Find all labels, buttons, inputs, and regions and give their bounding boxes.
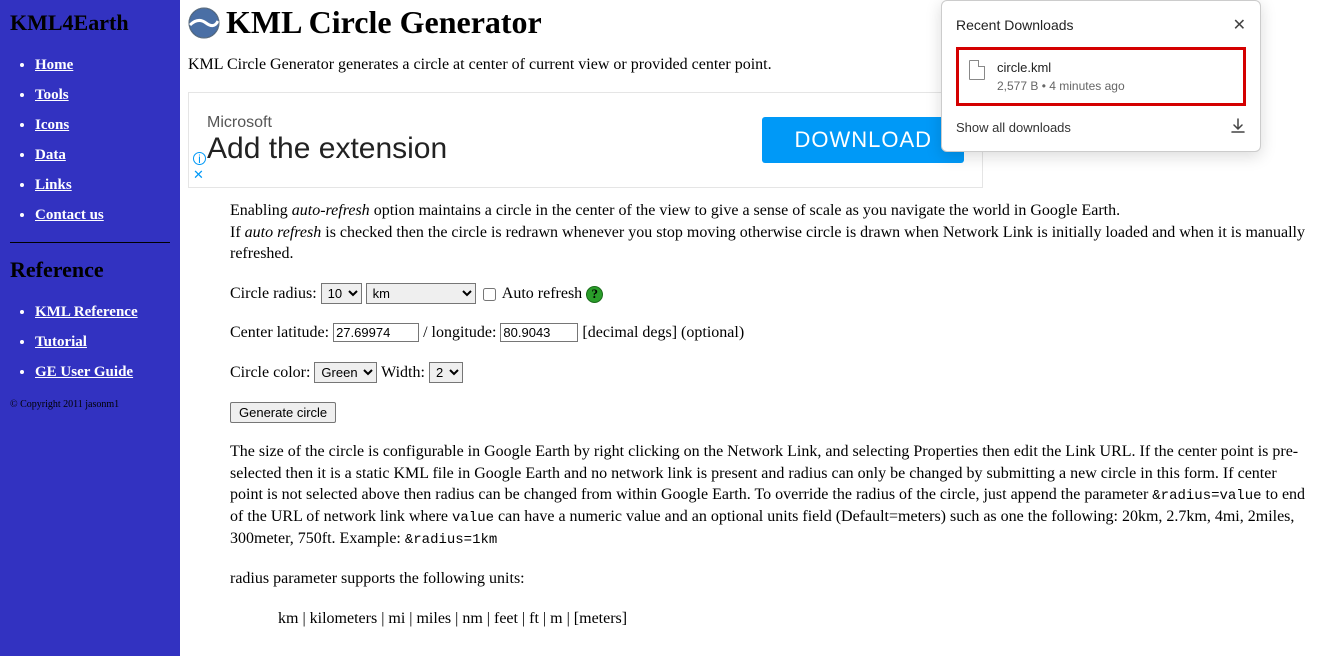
- units-list: km | kilometers | mi | miles | nm | feet…: [230, 608, 1313, 630]
- download-icon[interactable]: [1230, 118, 1246, 137]
- nav-list: Home Tools Icons Data Links Contact us: [10, 56, 170, 224]
- nav-icons[interactable]: Icons: [35, 117, 69, 133]
- radius-unit-select[interactable]: km: [366, 283, 476, 304]
- lat-input[interactable]: [333, 323, 419, 342]
- center-row: Center latitude: / longitude: [decimal d…: [230, 322, 1313, 344]
- width-select[interactable]: 2: [429, 362, 463, 383]
- ad-brand: Microsoft: [207, 114, 447, 132]
- lon-label: longitude:: [432, 324, 497, 341]
- lon-input[interactable]: [500, 323, 578, 342]
- sidebar-divider: [10, 242, 170, 243]
- radius-value-select[interactable]: 10: [321, 283, 362, 304]
- lat-label: Center latitude:: [230, 324, 329, 341]
- ad-banner[interactable]: i ✕ Microsoft Add the extension DOWNLOAD: [188, 92, 983, 188]
- radius-row: Circle radius: 10 km Auto refresh ?: [230, 283, 1313, 305]
- nav-contact[interactable]: Contact us: [35, 207, 104, 223]
- nav-home[interactable]: Home: [35, 57, 73, 73]
- ref-tutorial[interactable]: Tutorial: [35, 334, 87, 350]
- ref-kml[interactable]: KML Reference: [35, 304, 138, 320]
- downloads-title: Recent Downloads: [956, 17, 1074, 33]
- download-file-name: circle.kml: [997, 60, 1125, 75]
- ad-info-icon[interactable]: i: [193, 152, 206, 165]
- page-title: KML Circle Generator: [226, 4, 542, 41]
- ref-geuserguide[interactable]: GE User Guide: [35, 364, 133, 380]
- color-select[interactable]: Green: [314, 362, 377, 383]
- units-intro: radius parameter supports the following …: [230, 568, 1313, 590]
- show-all-downloads[interactable]: Show all downloads: [956, 120, 1071, 135]
- copyright: © Copyright 2011 jasonm1: [10, 399, 170, 410]
- ad-headline: Add the extension: [207, 132, 447, 166]
- color-row: Circle color: Green Width: 2: [230, 362, 1313, 384]
- help-icon[interactable]: ?: [586, 286, 603, 303]
- download-file-meta: 2,577 B • 4 minutes ago: [997, 79, 1125, 93]
- color-label: Circle color:: [230, 364, 310, 381]
- download-item[interactable]: circle.kml 2,577 B • 4 minutes ago: [956, 47, 1246, 106]
- ad-download-button[interactable]: DOWNLOAD: [762, 117, 964, 163]
- nav-data[interactable]: Data: [35, 147, 66, 163]
- nav-links[interactable]: Links: [35, 177, 72, 193]
- auto-refresh-checkbox[interactable]: [483, 288, 496, 301]
- coord-hint: [decimal degs] (optional): [582, 324, 744, 341]
- width-label: Width:: [381, 364, 425, 381]
- radius-label: Circle radius:: [230, 285, 317, 302]
- google-earth-icon: [188, 7, 220, 39]
- intro-paragraph: Enabling auto-refresh option maintains a…: [230, 200, 1313, 265]
- sidebar: KML4Earth Home Tools Icons Data Links Co…: [0, 0, 180, 656]
- reference-heading: Reference: [10, 257, 170, 283]
- ad-close-icon[interactable]: ✕: [193, 167, 204, 183]
- ref-list: KML Reference Tutorial GE User Guide: [10, 303, 170, 381]
- close-icon[interactable]: ✕: [1233, 15, 1246, 35]
- description-paragraph: The size of the circle is configurable i…: [230, 441, 1313, 550]
- site-title: KML4Earth: [10, 10, 170, 36]
- generate-button[interactable]: Generate circle: [230, 402, 336, 423]
- auto-refresh-label: Auto refresh: [502, 285, 586, 302]
- file-icon: [969, 60, 985, 80]
- downloads-popup: Recent Downloads ✕ circle.kml 2,577 B • …: [941, 0, 1261, 152]
- nav-tools[interactable]: Tools: [35, 87, 69, 103]
